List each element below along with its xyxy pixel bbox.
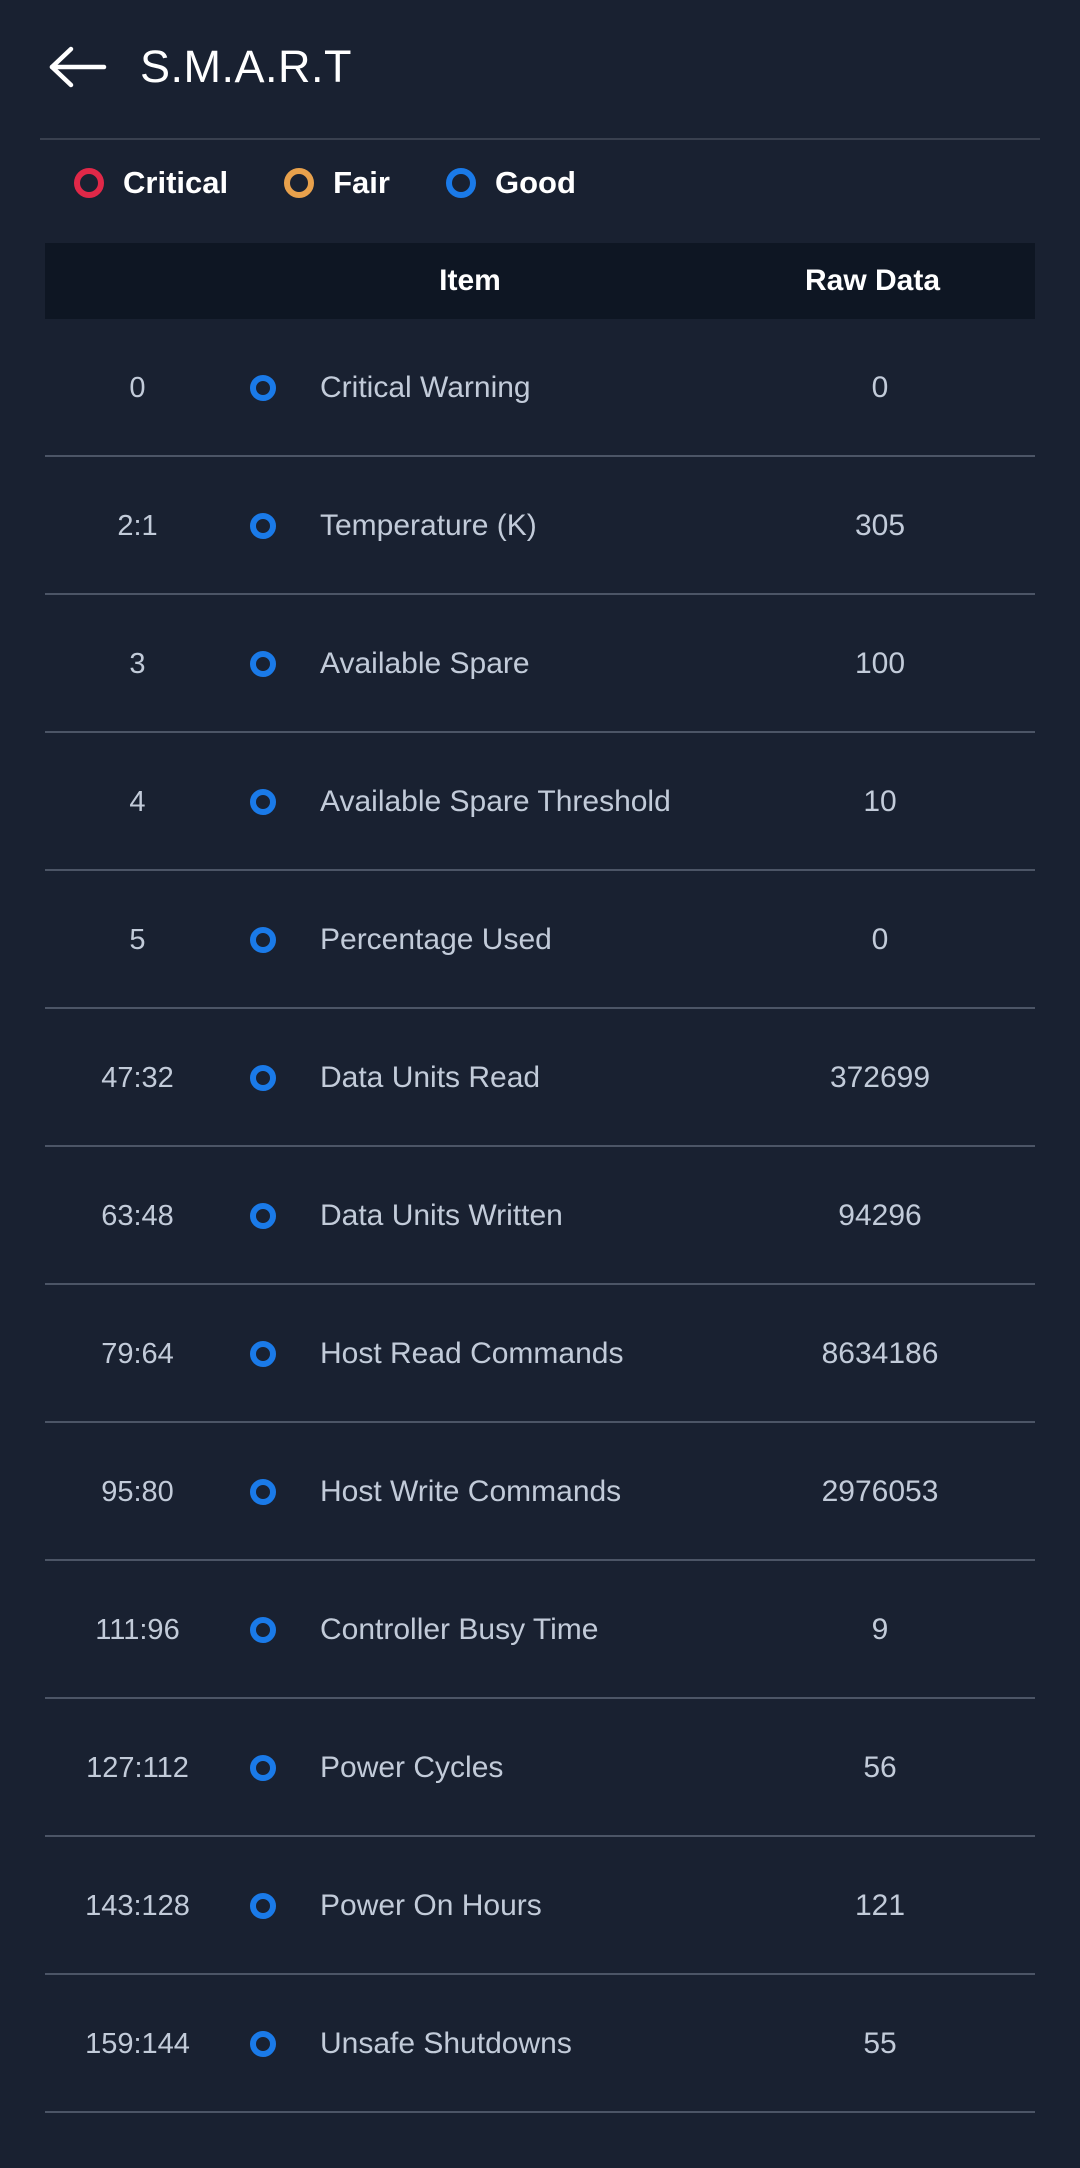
legend-label: Good (494, 165, 576, 200)
cell-raw-data: 9 (871, 1613, 889, 1646)
table-row[interactable]: 111:96 Controller Busy Time 9 (45, 1561, 1035, 1699)
table-header-row: Item Raw Data (45, 243, 1035, 319)
legend-label: Critical (123, 165, 229, 200)
column-header-raw: Raw Data (804, 264, 941, 297)
cell-id: 127:112 (86, 1751, 189, 1784)
ring-icon (250, 2031, 276, 2057)
cell-item: Unsafe Shutdowns (320, 2027, 572, 2061)
legend-item-critical: Critical (74, 165, 228, 201)
ring-icon (250, 789, 276, 815)
status-badge (230, 1065, 296, 1091)
cell-raw-data: 0 (871, 371, 889, 404)
table-row[interactable]: 0 Critical Warning 0 (45, 319, 1035, 457)
cell-raw-data: 2976053 (821, 1475, 939, 1508)
cell-id: 3 (129, 647, 146, 680)
status-badge (230, 375, 296, 401)
appbar-divider (40, 138, 1040, 140)
ring-icon (250, 1617, 276, 1643)
cell-id: 63:48 (101, 1199, 174, 1232)
page-title: S.M.A.R.T (140, 40, 353, 92)
app-bar: S.M.A.R.T (0, 0, 1080, 133)
table-row[interactable]: 5 Percentage Used 0 (45, 871, 1035, 1009)
cell-raw-data: 55 (863, 2027, 897, 2060)
status-badge (230, 513, 296, 539)
ring-icon (250, 927, 276, 953)
ring-icon (250, 1341, 276, 1367)
cell-item: Critical Warning (320, 371, 531, 405)
ring-icon (250, 1065, 276, 1091)
table-row[interactable]: 79:64 Host Read Commands 8634186 (45, 1285, 1035, 1423)
status-badge (230, 1755, 296, 1781)
status-badge (230, 927, 296, 953)
table-row[interactable]: 4 Available Spare Threshold 10 (45, 733, 1035, 871)
ring-icon (250, 1203, 276, 1229)
ring-icon (250, 1479, 276, 1505)
cell-raw-data: 8634186 (821, 1337, 939, 1370)
cell-item: Power On Hours (320, 1889, 542, 1923)
cell-item: Controller Busy Time (320, 1613, 599, 1647)
cell-item: Host Write Commands (320, 1475, 622, 1509)
column-header-item: Item (439, 264, 501, 297)
ring-icon (74, 168, 104, 198)
ring-icon (284, 168, 315, 198)
status-badge (230, 789, 296, 815)
status-badge (230, 1617, 296, 1643)
cell-raw-data: 56 (863, 1751, 897, 1784)
legend-item-fair: Fair (284, 165, 390, 201)
status-badge (230, 1893, 296, 1919)
legend-item-good: Good (445, 165, 576, 201)
cell-item: Available Spare (320, 647, 530, 681)
status-badge (230, 2031, 296, 2057)
cell-id: 143:128 (85, 1889, 190, 1922)
cell-id: 159:144 (85, 2027, 190, 2060)
cell-raw-data: 121 (854, 1889, 906, 1922)
cell-id: 5 (129, 923, 146, 956)
status-legend: Critical Fair Good (0, 135, 1080, 231)
cell-item: Power Cycles (320, 1751, 504, 1785)
table-row[interactable]: 95:80 Host Write Commands 2976053 (45, 1423, 1035, 1561)
ring-icon (250, 1893, 276, 1919)
cell-raw-data: 100 (854, 647, 906, 680)
cell-raw-data: 10 (863, 785, 897, 818)
back-button[interactable] (42, 31, 114, 103)
ring-icon (250, 375, 276, 401)
table-row[interactable]: 127:112 Power Cycles 56 (45, 1699, 1035, 1837)
status-badge (230, 1341, 296, 1367)
ring-icon (250, 651, 276, 677)
cell-item: Host Read Commands (320, 1337, 624, 1371)
table-body: 0 Critical Warning 0 2:1 Temperature (K) 305 3… (45, 319, 1035, 2113)
ring-icon (445, 168, 476, 198)
table-row[interactable]: 2:1 Temperature (K) 305 (45, 457, 1035, 595)
table-row[interactable]: 143:128 Power On Hours 121 (45, 1837, 1035, 1975)
table-row[interactable]: 47:32 Data Units Read 372699 (45, 1009, 1035, 1147)
cell-id: 2:1 (117, 509, 158, 542)
cell-item: Data Units Written (320, 1199, 563, 1233)
cell-item: Percentage Used (320, 923, 552, 957)
cell-id: 47:32 (101, 1061, 174, 1094)
status-badge (230, 651, 296, 677)
table-row[interactable]: 159:144 Unsafe Shutdowns 55 (45, 1975, 1035, 2113)
cell-item: Data Units Read (320, 1061, 541, 1095)
cell-id: 95:80 (101, 1475, 174, 1508)
ring-icon (250, 1755, 276, 1781)
cell-id: 79:64 (101, 1337, 174, 1370)
cell-raw-data: 372699 (829, 1061, 931, 1094)
cell-id: 4 (129, 785, 146, 818)
cell-item: Temperature (K) (320, 509, 537, 543)
status-badge (230, 1479, 296, 1505)
arrow-left-icon (48, 44, 108, 90)
table-row[interactable]: 63:48 Data Units Written 94296 (45, 1147, 1035, 1285)
cell-raw-data: 305 (854, 509, 906, 542)
cell-item: Available Spare Threshold (320, 785, 671, 819)
smart-attributes-table: Item Raw Data 0 Critical Warning 0 2:1 Tempe… (45, 243, 1035, 2113)
table-row[interactable]: 3 Available Spare 100 (45, 595, 1035, 733)
ring-icon (250, 513, 276, 539)
cell-id: 0 (129, 371, 146, 404)
legend-label: Fair (333, 165, 390, 200)
cell-id: 111:96 (95, 1613, 180, 1646)
cell-raw-data: 0 (871, 923, 889, 956)
smart-screen: S.M.A.R.T Critical Fair Good Item Raw Data… (0, 0, 1080, 2168)
status-badge (230, 1203, 296, 1229)
cell-raw-data: 94296 (838, 1199, 922, 1232)
